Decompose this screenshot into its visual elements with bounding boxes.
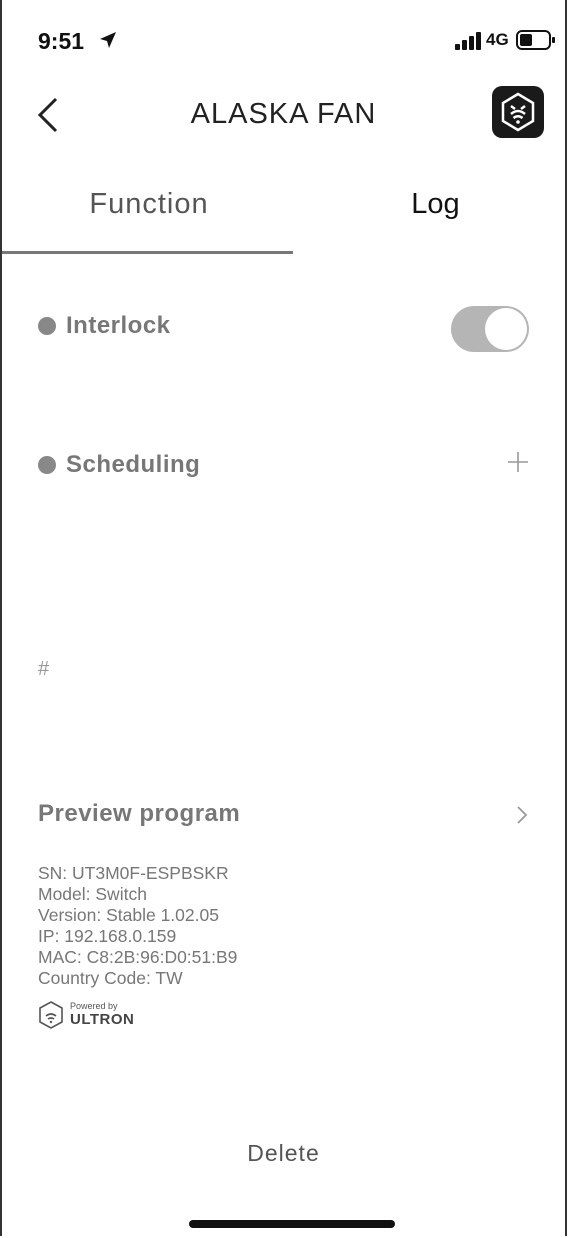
location-arrow-icon [100, 32, 116, 48]
bullet-dot [38, 456, 56, 474]
tab-bar: Function Log [2, 180, 565, 258]
battery-icon [516, 30, 555, 50]
app-screen: 9:51 4G ALASKA FAN Function Log Interloc… [0, 0, 567, 1236]
network-type: 4G [486, 30, 509, 49]
toggle-knob [485, 308, 527, 350]
info-model: Model: Switch [38, 884, 147, 904]
cellular-signal-icon [455, 32, 481, 50]
scheduling-row: Scheduling [38, 451, 529, 491]
status-time: 9:51 [38, 28, 85, 54]
nav-header: ALASKA FAN [2, 80, 565, 160]
home-indicator [189, 1220, 395, 1228]
info-country: Country Code: TW [38, 968, 183, 988]
info-version: Version: Stable 1.02.05 [38, 905, 219, 925]
device-info: SN: UT3M0F-ESPBSKR Model: Switch Version… [38, 863, 237, 989]
active-tab-indicator [2, 251, 293, 254]
preview-program-label: Preview program [38, 800, 241, 827]
delete-button[interactable]: Delete [2, 1140, 565, 1167]
hash-placeholder: # [38, 658, 50, 680]
preview-program-row[interactable]: Preview program [38, 800, 529, 836]
ultron-hex-icon [39, 1001, 63, 1029]
scheduling-label: Scheduling [66, 451, 201, 478]
info-mac: MAC: C8:2B:96:D0:51:B9 [38, 947, 238, 967]
add-schedule-plus-icon[interactable] [507, 451, 529, 473]
tab-log[interactable]: Log [296, 188, 571, 221]
status-bar: 9:51 4G [2, 0, 565, 80]
interlock-toggle[interactable] [451, 306, 529, 352]
info-ip: IP: 192.168.0.159 [38, 926, 177, 946]
ultron-logo-icon[interactable] [492, 86, 544, 138]
tab-function[interactable]: Function [2, 188, 296, 221]
info-sn: SN: UT3M0F-ESPBSKR [38, 863, 229, 883]
page-title: ALASKA FAN [190, 98, 377, 130]
chevron-right-icon [517, 806, 528, 824]
bullet-dot [38, 317, 56, 335]
powered-brand-text: ULTRON [70, 1011, 135, 1028]
interlock-label: Interlock [66, 312, 171, 339]
powered-by-text: Powered by [70, 1001, 118, 1011]
interlock-row: Interlock [38, 306, 529, 352]
